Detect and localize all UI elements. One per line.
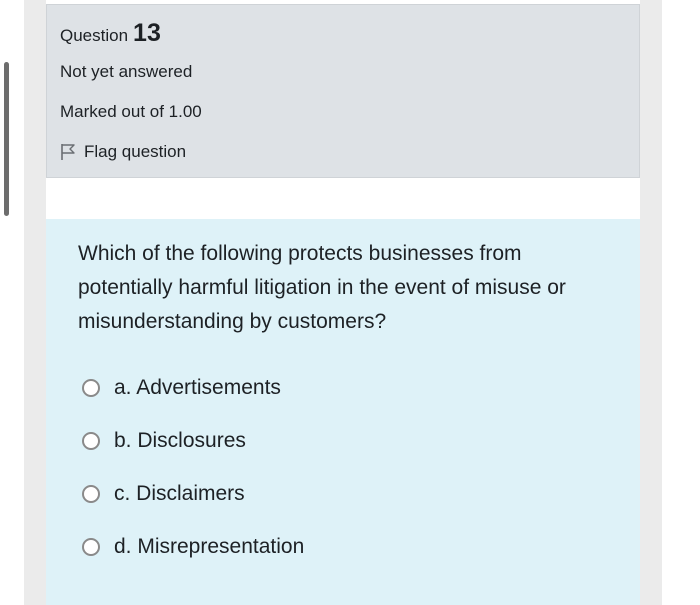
radio-button-c[interactable] [82,485,100,503]
radio-button-b[interactable] [82,432,100,450]
question-content-panel: Which of the following protects business… [46,219,640,605]
question-title: Question 13 [60,19,161,48]
question-label: Question [60,26,129,45]
scrollbar[interactable] [4,62,9,216]
radio-button-a[interactable] [82,379,100,397]
question-state: Not yet answered [60,62,193,81]
page-gutter-right [640,0,662,605]
question-number: 13 [133,19,161,47]
quiz-page: Question 13 Not yet answered Marked out o… [0,0,700,605]
answer-label-a: a. Advertisements [114,376,281,399]
answer-option-c[interactable]: c. Disclaimers [82,482,245,506]
answer-option-a[interactable]: a. Advertisements [82,376,281,400]
radio-button-d[interactable] [82,538,100,556]
answer-option-b[interactable]: b. Disclosures [82,429,246,453]
answer-option-d[interactable]: d. Misrepresentation [82,535,304,559]
flag-outline-icon [60,143,76,161]
question-info-panel: Question 13 Not yet answered Marked out o… [46,4,640,178]
answer-label-c: c. Disclaimers [114,482,245,505]
answer-label-b: b. Disclosures [114,429,246,452]
question-text: Which of the following protects business… [78,242,566,333]
flag-question-label: Flag question [84,142,187,161]
flag-question-button[interactable]: Flag question [60,142,186,162]
answer-label-d: d. Misrepresentation [114,535,305,558]
page-gutter-left [24,0,46,605]
question-grade: Marked out of 1.00 [60,102,202,121]
